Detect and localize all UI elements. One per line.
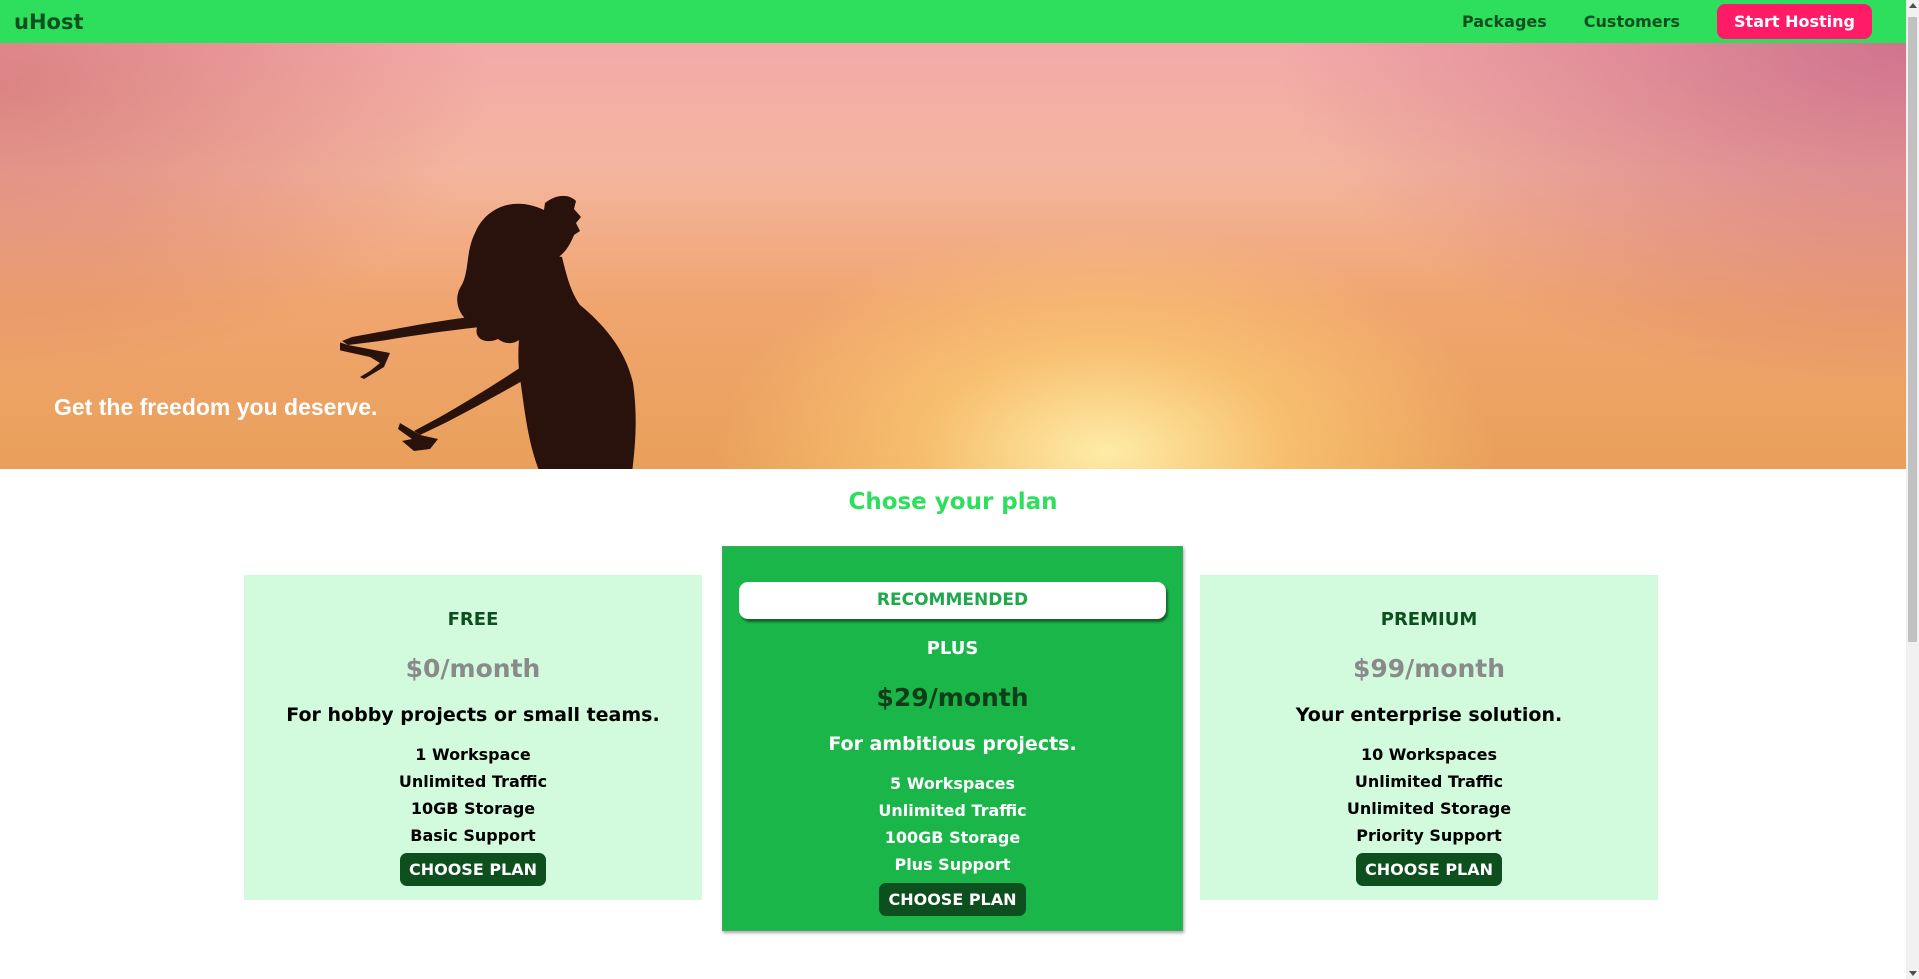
choose-plan-button-plus[interactable]: CHOOSE PLAN (879, 883, 1026, 916)
plan-description: For ambitious projects. (828, 733, 1077, 755)
plan-features: 5 Workspaces Unlimited Traffic 100GB Sto… (723, 770, 1182, 878)
main-header: uHost Packages Customers Start Hosting (0, 0, 1906, 43)
hero-banner: Get the freedom you deserve. (0, 43, 1906, 469)
plan-description: For hobby projects or small teams. (286, 704, 660, 726)
scroll-up-arrow-icon[interactable] (1909, 3, 1917, 8)
recommended-badge: RECOMMENDED (739, 582, 1166, 619)
nav-link-packages[interactable]: Packages (1462, 12, 1547, 31)
plans-section-title: Chose your plan (848, 489, 1058, 515)
plan-card-plus: RECOMMENDED PLUS $29/month For ambitious… (722, 546, 1183, 931)
feature-item: Unlimited Traffic (1354, 772, 1504, 791)
hero-silhouette-image (340, 195, 636, 469)
feature-item: Unlimited Storage (1346, 799, 1512, 818)
plan-price: $29/month (876, 683, 1029, 712)
feature-item: 10GB Storage (410, 799, 536, 818)
feature-item: Priority Support (1356, 826, 1502, 845)
scroll-down-arrow-icon[interactable] (1909, 971, 1917, 976)
nav-link-customers[interactable]: Customers (1584, 12, 1680, 31)
start-hosting-button[interactable]: Start Hosting (1717, 4, 1872, 39)
feature-item: Unlimited Traffic (878, 801, 1027, 820)
page-scrollbar[interactable] (1906, 0, 1919, 979)
plan-features: 10 Workspaces Unlimited Traffic Unlimite… (1200, 741, 1658, 849)
main-nav: Packages Customers Start Hosting (1425, 4, 1892, 39)
plan-card-free: FREE $0/month For hobby projects or smal… (244, 575, 702, 900)
plan-name: PLUS (926, 638, 979, 659)
plan-name: FREE (447, 609, 499, 630)
plan-description: Your enterprise solution. (1295, 704, 1563, 726)
feature-item: 100GB Storage (884, 828, 1021, 847)
feature-item: Unlimited Traffic (398, 772, 548, 791)
choose-plan-button-premium[interactable]: CHOOSE PLAN (1355, 853, 1503, 886)
plan-features: 1 Workspace Unlimited Traffic 10GB Stora… (244, 741, 702, 849)
plan-price: $99/month (1352, 654, 1506, 683)
plan-price: $0/month (405, 654, 541, 683)
feature-item: Basic Support (410, 826, 536, 845)
hero-tagline: Get the freedom you deserve. (54, 394, 378, 420)
brand-logo[interactable]: uHost (14, 10, 84, 34)
feature-item: 1 Workspace (415, 745, 531, 764)
feature-item: 10 Workspaces (1360, 745, 1498, 764)
scrollbar-thumb[interactable] (1908, 17, 1917, 642)
plan-name: PREMIUM (1380, 609, 1478, 630)
feature-item: 5 Workspaces (890, 774, 1015, 793)
choose-plan-button-free[interactable]: CHOOSE PLAN (399, 853, 547, 886)
feature-item: Plus Support (894, 855, 1011, 874)
plan-card-premium: PREMIUM $99/month Your enterprise soluti… (1200, 575, 1658, 900)
